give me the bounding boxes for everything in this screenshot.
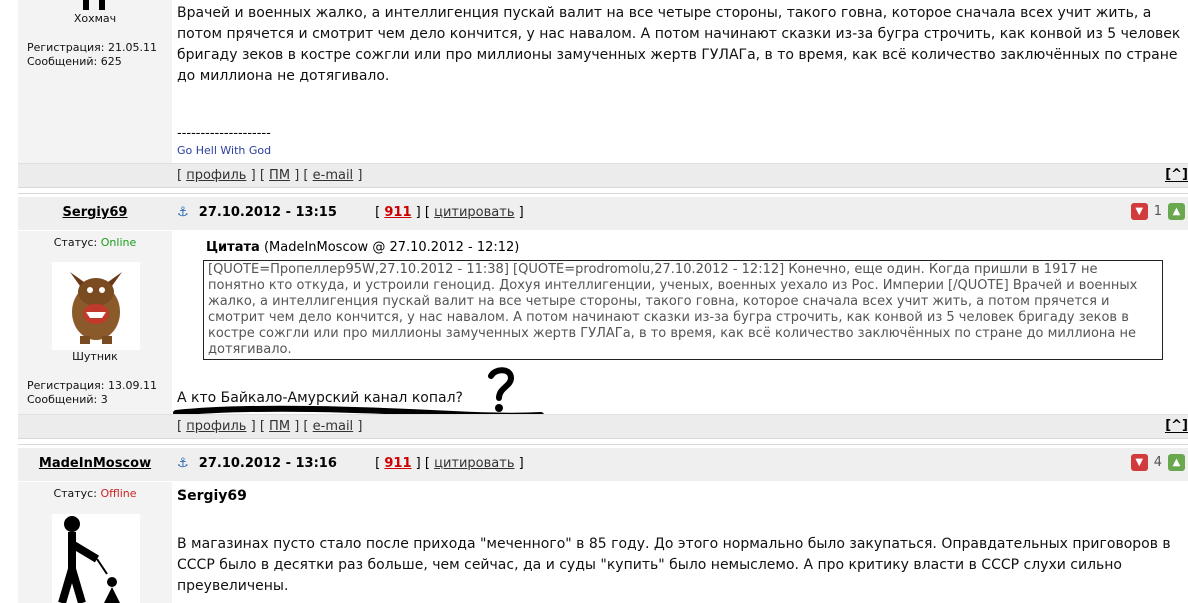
thumb-up-icon[interactable]: ▲: [1168, 203, 1185, 220]
post1-links-bar: [ профиль ] [ ПМ ] [ e-mail ] [^]: [18, 414, 1188, 438]
post1-body: Цитата (MadeInMoscow @ 27.10.2012 - 12:1…: [173, 231, 1188, 419]
status-offline: Offline: [100, 487, 137, 500]
post0-messages: Сообщений: 625: [27, 55, 122, 68]
post1-registration: Регистрация: 13.09.11: [27, 379, 157, 392]
post2-text: В магазинах пусто стало после прихода "м…: [177, 536, 1171, 594]
quote-box: [QUOTE=Пропеллер95W,27.10.2012 - 11:38] …: [203, 260, 1163, 360]
post2-date: 27.10.2012 - 13:16: [198, 456, 337, 471]
bracket: [: [177, 168, 183, 183]
scroll-top-button[interactable]: [^]: [1165, 419, 1188, 433]
post1-number-link[interactable]: 911: [384, 205, 411, 220]
thumb-down-icon[interactable]: ▼: [1130, 203, 1148, 220]
post2-header: MadeInMoscow ⚓ 27.10.2012 - 13:16 [ 911 …: [18, 448, 1188, 481]
signature: Go Hell With God: [177, 144, 272, 157]
post0-links-bar: [ профиль ] [ ПМ ] [ e-mail ] [^]: [18, 163, 1188, 187]
thumb-up-icon[interactable]: ▲: [1168, 454, 1185, 471]
post0-registration: Регистрация: 21.05.11: [27, 41, 157, 54]
post1-messages: Сообщений: 3: [27, 393, 108, 406]
quote-title: Цитата: [206, 240, 260, 255]
avatar: [52, 514, 140, 603]
profile-link[interactable]: профиль: [186, 168, 246, 183]
post0-user-panel: Хохмач Регистрация: 21.05.11 Сообщений: …: [18, 0, 172, 163]
post1-rank: Шутник: [72, 350, 118, 363]
thumb-down-icon[interactable]: ▼: [1130, 454, 1148, 471]
quote-header: Цитата (MadeInMoscow @ 27.10.2012 - 12:1…: [206, 240, 519, 255]
scroll-top-button[interactable]: [^]: [1165, 168, 1188, 182]
email-link[interactable]: e-mail: [313, 419, 354, 434]
vote-count: 1: [1153, 204, 1162, 219]
post2-body: Sergiy69 В магазинах пусто стало после п…: [173, 482, 1188, 603]
post1-quote-button[interactable]: цитировать: [434, 205, 514, 220]
pm-link[interactable]: ПМ: [269, 419, 290, 434]
pm-link[interactable]: ПМ: [269, 168, 290, 183]
email-link[interactable]: e-mail: [313, 168, 354, 183]
post2-author-link[interactable]: MadeInMoscow: [18, 456, 172, 471]
quote-meta: (MadeInMoscow @ 27.10.2012 - 12:12): [263, 240, 520, 255]
post1-header: Sergiy69 ⚓ 27.10.2012 - 13:15 [ 911 ] [ …: [18, 197, 1188, 230]
post1-date: 27.10.2012 - 13:15: [198, 205, 337, 220]
post0-rank: Хохмач: [73, 12, 117, 25]
avatar: [52, 262, 140, 350]
forum-frame: Хохмач Регистрация: 21.05.11 Сообщений: …: [8, 0, 1188, 603]
anchor-icon[interactable]: ⚓: [177, 456, 189, 471]
post2-votes: ▼ 4 ▲: [1130, 454, 1185, 471]
post1-author-link[interactable]: Sergiy69: [18, 205, 172, 220]
post1-votes: ▼ 1 ▲: [1130, 203, 1185, 220]
post2-quote-button[interactable]: цитировать: [434, 456, 514, 471]
signature-divider: --------------------: [177, 126, 271, 141]
post2-user-panel: Статус: Offline: [18, 482, 172, 603]
post-separator: [18, 187, 1188, 194]
status-online: Online: [100, 236, 137, 249]
anchor-icon[interactable]: ⚓: [177, 205, 189, 220]
post1-status: Статус: Online: [53, 236, 137, 249]
avatar: [83, 0, 105, 10]
post-separator: [18, 438, 1188, 445]
post1-user-panel: Статус: Online Шутник Регистрация: 13.09…: [18, 231, 172, 414]
post2-number-link[interactable]: 911: [384, 456, 411, 471]
vote-count: 4: [1153, 455, 1162, 470]
post2-addressee: Sergiy69: [177, 488, 247, 504]
post2-status: Статус: Offline: [53, 487, 137, 500]
profile-link[interactable]: профиль: [186, 419, 246, 434]
post0-text: Врачей и военных жалко, а интеллигенция …: [177, 5, 1181, 84]
post0-body: Врачей и военных жалко, а интеллигенция …: [173, 0, 1188, 163]
